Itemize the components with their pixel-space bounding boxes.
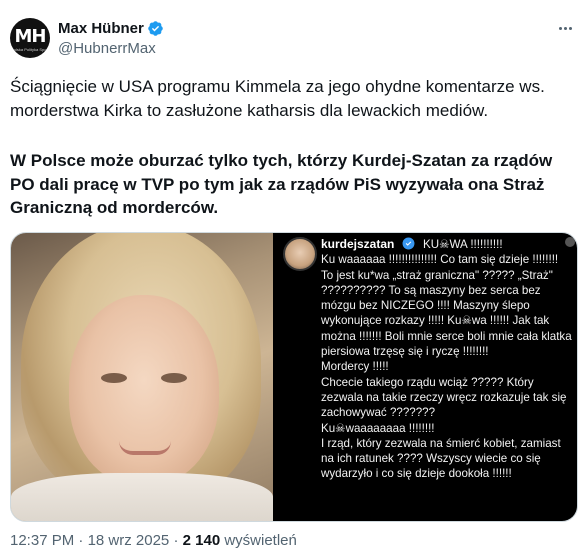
verified-badge-icon xyxy=(148,20,163,36)
story-avatar xyxy=(283,237,317,271)
story-line-4: Chcecie takiego rządu wciąż ????? Który … xyxy=(321,375,567,420)
footer-separator-2: · xyxy=(173,532,179,549)
portrait-photo xyxy=(11,233,273,521)
author-handle[interactable]: @HubnerrMax xyxy=(58,40,156,57)
tweet-media-image[interactable]: KU☠WA !!!!!!!!!! Ku waaaaaa !!!!!!!!!!!!… xyxy=(10,232,578,522)
tweet-text-paragraph-1: Ściągnięcie w USA programu Kimmela za je… xyxy=(10,77,545,120)
author-display-name[interactable]: Max Hübner xyxy=(58,20,144,37)
tweet-footer: 12:37 PM · 18 wrz 2025 · 2 140 wyświetle… xyxy=(10,532,297,549)
footer-separator: · xyxy=(78,532,84,549)
tweet-text-paragraph-2: W Polsce może oburzać tylko tych, którzy… xyxy=(10,151,553,217)
story-username: kurdejszatan xyxy=(321,237,395,251)
story-line-2: Ku waaaaaa !!!!!!!!!!!!!!! Co tam się dz… xyxy=(321,253,572,359)
instagram-story-screenshot: KU☠WA !!!!!!!!!! Ku waaaaaa !!!!!!!!!!!!… xyxy=(273,233,577,521)
more-options-icon[interactable] xyxy=(555,18,575,38)
views-label: wyświetleń xyxy=(224,532,297,549)
avatar-initials: MH xyxy=(14,26,47,47)
story-verified-icon xyxy=(402,237,415,250)
tweet-header: MH Polska Polityka Sport Max Hübner @Hub… xyxy=(10,18,577,62)
story-line-5: Ku☠waaaaaaaa !!!!!!!! xyxy=(321,421,435,435)
story-line-3: Mordercy !!!!! xyxy=(321,360,389,374)
story-line-6: I rząd, który zezwala na śmierć kobiet, … xyxy=(321,436,561,481)
story-text: KU☠WA !!!!!!!!!! Ku waaaaaa !!!!!!!!!!!!… xyxy=(321,237,573,482)
tweet-date[interactable]: 18 wrz 2025 xyxy=(88,532,170,549)
avatar-subtitle: Polska Polityka Sport xyxy=(11,47,49,52)
views-count: 2 140 xyxy=(182,532,221,549)
avatar[interactable]: MH Polska Polityka Sport xyxy=(10,18,50,58)
tweet-time[interactable]: 12:37 PM xyxy=(10,532,74,549)
author-name-row[interactable]: Max Hübner xyxy=(58,18,164,38)
